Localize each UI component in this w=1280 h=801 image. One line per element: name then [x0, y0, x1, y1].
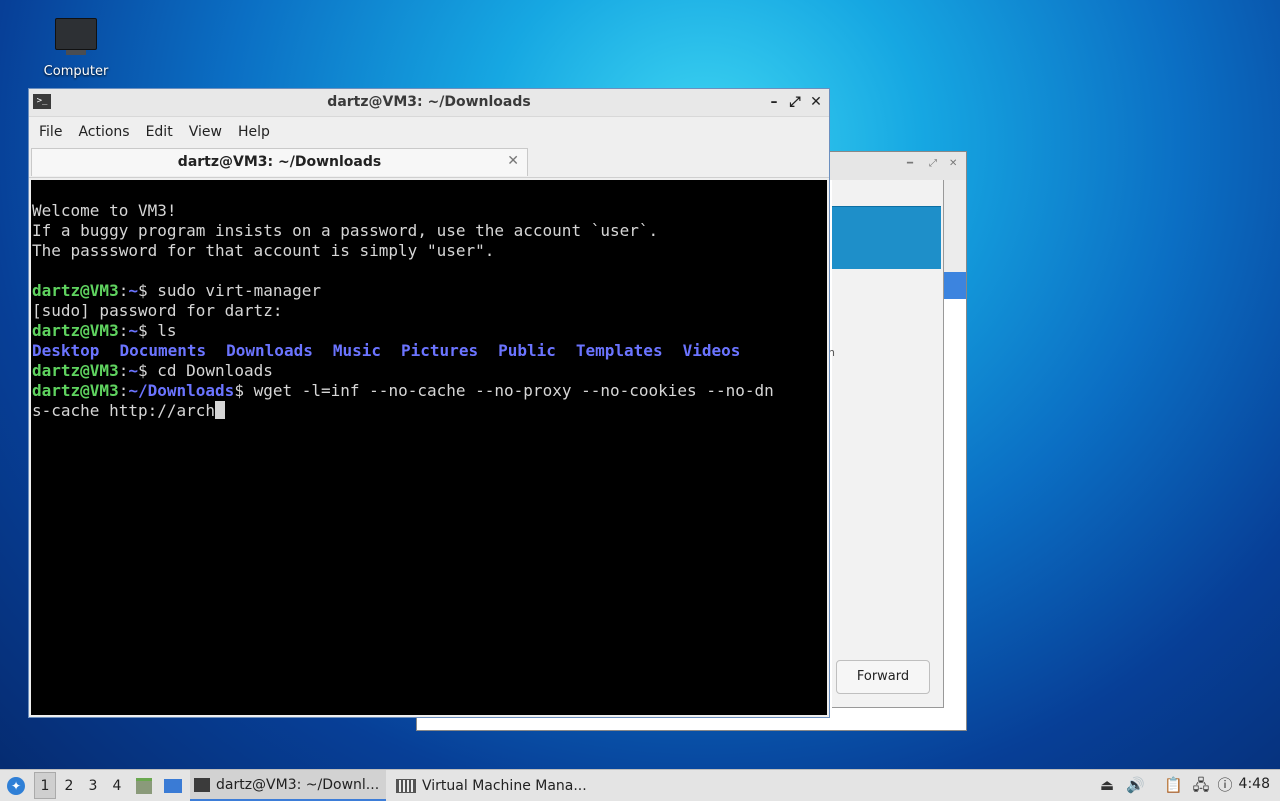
command-continuation: s-cache http://arch: [32, 401, 826, 421]
prompt-path: ~/Downloads: [128, 381, 235, 400]
terminal-titlebar[interactable]: >_ dartz@VM3: ~/Downloads – ⤢ ✕: [29, 89, 829, 117]
maximize-icon[interactable]: ⤢: [929, 158, 937, 169]
dir-entry: Videos: [682, 341, 741, 360]
prompt-path: ~: [128, 281, 138, 300]
ls-output: Desktop Documents Downloads Music Pictures Pu…: [32, 341, 826, 361]
command-text: wget -l=inf --no-cache --no-proxy --no-c…: [253, 381, 774, 400]
output-line: The passsword for that account is simply…: [32, 241, 495, 260]
desktop-icon: [164, 778, 182, 793]
dialog-header-banner: [832, 206, 941, 269]
workspace-2[interactable]: 2: [58, 770, 80, 801]
maximize-button[interactable]: ⤢: [786, 92, 804, 112]
prompt-line: dartz@VM3:~/Downloads$ wget -l=inf --no-…: [32, 381, 774, 400]
network-icon[interactable]: 🖧: [1192, 776, 1210, 794]
close-button[interactable]: ✕: [807, 92, 825, 112]
notification-icon[interactable]: ⓘ: [1216, 776, 1234, 794]
text-cursor: [215, 401, 226, 419]
dir-entry: Public: [498, 341, 556, 360]
menu-file[interactable]: File: [31, 124, 70, 140]
selected-list-item[interactable]: [944, 272, 966, 299]
dir-entry: Music: [332, 341, 382, 360]
lxqt-logo-icon: ✦: [7, 776, 25, 795]
tray-expander-icon[interactable]: ⏏: [1098, 776, 1116, 794]
menu-view[interactable]: View: [181, 124, 230, 140]
window-title: dartz@VM3: ~/Downloads: [327, 94, 531, 110]
folder-icon: [136, 777, 152, 794]
output-line: [sudo] password for dartz:: [32, 301, 283, 320]
prompt-path: ~: [128, 321, 138, 340]
menu-edit[interactable]: Edit: [138, 124, 181, 140]
task-virt-manager[interactable]: Virtual Machine Mana...: [392, 770, 592, 801]
command-text: ls: [157, 321, 177, 340]
prompt-line: dartz@VM3:~$ ls: [32, 321, 177, 340]
prompt-path: ~: [128, 361, 138, 380]
dir-entry: Documents: [119, 341, 207, 360]
command-text: cd Downloads: [157, 361, 273, 380]
minimize-icon[interactable]: ━: [907, 158, 913, 169]
show-desktop-button[interactable]: [162, 770, 184, 801]
minimize-button[interactable]: –: [765, 92, 783, 112]
menu-actions[interactable]: Actions: [70, 124, 137, 140]
desktop-icon-label: Computer: [43, 64, 109, 79]
terminal-window[interactable]: >_ dartz@VM3: ~/Downloads – ⤢ ✕ File Act…: [28, 88, 830, 718]
terminal-output[interactable]: Welcome to VM3! If a buggy program insist…: [31, 180, 827, 715]
file-manager-launcher[interactable]: [134, 770, 154, 801]
prompt-user: dartz@VM3: [32, 281, 119, 300]
prompt-line: dartz@VM3:~$ cd Downloads: [32, 361, 273, 380]
workspace-1[interactable]: 1: [34, 772, 56, 799]
task-label: Virtual Machine Mana...: [422, 777, 587, 794]
prompt-user: dartz@VM3: [32, 321, 119, 340]
terminal-icon: [194, 777, 210, 792]
computer-icon: [55, 18, 97, 55]
output-line: If a buggy program insists on a password…: [32, 221, 659, 240]
clipboard-icon[interactable]: 📋: [1164, 776, 1183, 794]
clock[interactable]: 4:48: [1239, 776, 1270, 792]
forward-button[interactable]: Forward: [836, 660, 930, 694]
tab-bar: dartz@VM3: ~/Downloads ✕: [29, 147, 829, 178]
dir-entry: Templates: [575, 341, 663, 360]
start-menu-button[interactable]: ✦: [4, 770, 28, 801]
prompt-user: dartz@VM3: [32, 381, 119, 400]
output-line: Welcome to VM3!: [32, 201, 177, 220]
terminal-tab[interactable]: dartz@VM3: ~/Downloads ✕: [31, 148, 528, 176]
close-icon[interactable]: ✕: [949, 158, 957, 169]
menu-help[interactable]: Help: [230, 124, 278, 140]
desktop-icon-computer[interactable]: Computer: [36, 18, 116, 79]
workspace-4[interactable]: 4: [106, 770, 128, 801]
task-terminal[interactable]: dartz@VM3: ~/Downl...: [190, 770, 386, 801]
tab-close-icon[interactable]: ✕: [507, 153, 519, 169]
tab-label: dartz@VM3: ~/Downloads: [177, 154, 382, 170]
prompt-user: dartz@VM3: [32, 361, 119, 380]
workspace-3[interactable]: 3: [82, 770, 104, 801]
volume-icon[interactable]: 🔊: [1126, 776, 1145, 794]
taskbar: ✦ 1 2 3 4 dartz@VM3: ~/Downl... Virtual …: [0, 769, 1280, 801]
dialog-side-panel: [944, 180, 966, 272]
task-label: dartz@VM3: ~/Downl...: [216, 776, 380, 793]
dir-entry: Pictures: [401, 341, 479, 360]
menu-bar: File Actions Edit View Help: [29, 117, 829, 147]
virt-manager-icon: [396, 778, 416, 793]
prompt-line: dartz@VM3:~$ sudo virt-manager: [32, 281, 322, 300]
dir-entry: Downloads: [226, 341, 313, 360]
dir-entry: Desktop: [32, 341, 100, 360]
command-text: sudo virt-manager: [157, 281, 322, 300]
